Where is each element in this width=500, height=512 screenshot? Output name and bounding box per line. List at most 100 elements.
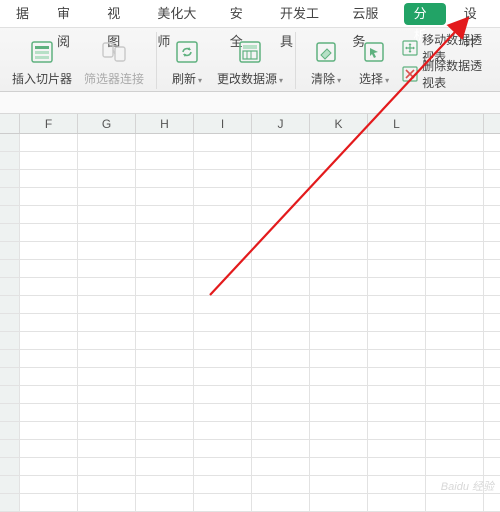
cell[interactable] — [20, 278, 78, 295]
cell[interactable] — [426, 440, 484, 457]
cell[interactable] — [310, 404, 368, 421]
cell[interactable] — [20, 494, 78, 511]
cell[interactable] — [20, 476, 78, 493]
cell[interactable] — [368, 278, 426, 295]
col-header[interactable]: G — [78, 114, 136, 133]
cell[interactable] — [368, 152, 426, 169]
cell[interactable] — [368, 332, 426, 349]
cell[interactable] — [252, 278, 310, 295]
cell[interactable] — [194, 332, 252, 349]
cell[interactable] — [368, 314, 426, 331]
cell[interactable] — [310, 494, 368, 511]
cell[interactable] — [194, 422, 252, 439]
cell[interactable] — [252, 350, 310, 367]
cell[interactable] — [136, 206, 194, 223]
cell[interactable] — [78, 260, 136, 277]
row-header[interactable] — [0, 440, 20, 457]
row-header[interactable] — [0, 242, 20, 259]
cell[interactable] — [310, 278, 368, 295]
cell[interactable] — [368, 206, 426, 223]
cell[interactable] — [252, 242, 310, 259]
cell[interactable] — [426, 278, 484, 295]
row-header[interactable] — [0, 458, 20, 475]
cell[interactable] — [252, 440, 310, 457]
cell[interactable] — [78, 404, 136, 421]
move-pivot-button[interactable]: 移动数据透视表 — [402, 38, 490, 58]
cell[interactable] — [78, 332, 136, 349]
cell[interactable] — [310, 224, 368, 241]
row-header[interactable] — [0, 332, 20, 349]
cell[interactable] — [20, 314, 78, 331]
row-header[interactable] — [0, 296, 20, 313]
cell[interactable] — [252, 386, 310, 403]
cell[interactable] — [310, 206, 368, 223]
cell[interactable] — [252, 152, 310, 169]
insert-slicer-button[interactable]: 插入切片器 — [6, 32, 78, 89]
row-header[interactable] — [0, 260, 20, 277]
cell[interactable] — [368, 494, 426, 511]
cell[interactable] — [194, 242, 252, 259]
cell[interactable] — [136, 422, 194, 439]
cell[interactable] — [426, 386, 484, 403]
row-header[interactable] — [0, 350, 20, 367]
cell[interactable] — [78, 314, 136, 331]
cell[interactable] — [368, 440, 426, 457]
cell[interactable] — [20, 404, 78, 421]
cell[interactable] — [78, 206, 136, 223]
clear-button[interactable]: 清除▾ — [302, 32, 350, 89]
col-header[interactable] — [426, 114, 484, 133]
cell[interactable] — [426, 368, 484, 385]
cell[interactable] — [194, 206, 252, 223]
cell[interactable] — [252, 314, 310, 331]
cell[interactable] — [426, 332, 484, 349]
cell[interactable] — [20, 170, 78, 187]
cell[interactable] — [136, 314, 194, 331]
cell[interactable] — [368, 458, 426, 475]
row-header[interactable] — [0, 152, 20, 169]
row-header[interactable] — [0, 494, 20, 511]
cell[interactable] — [136, 386, 194, 403]
cell[interactable] — [194, 278, 252, 295]
cell[interactable] — [368, 386, 426, 403]
cell[interactable] — [426, 314, 484, 331]
cell[interactable] — [368, 224, 426, 241]
select-button[interactable]: 选择▾ — [350, 32, 398, 89]
cell[interactable] — [310, 440, 368, 457]
tab-analysis[interactable]: 分析 — [404, 3, 446, 25]
cell[interactable] — [310, 170, 368, 187]
tab-data[interactable]: 据 — [2, 0, 43, 28]
cell[interactable] — [136, 404, 194, 421]
cell[interactable] — [252, 296, 310, 313]
col-header[interactable]: I — [194, 114, 252, 133]
cell[interactable] — [310, 134, 368, 151]
cell[interactable] — [136, 332, 194, 349]
cell[interactable] — [426, 206, 484, 223]
row-header[interactable] — [0, 368, 20, 385]
tab-security[interactable]: 安全 — [216, 0, 266, 28]
cell[interactable] — [78, 170, 136, 187]
row-header[interactable] — [0, 278, 20, 295]
tab-review[interactable]: 审阅 — [43, 0, 93, 28]
cell[interactable] — [252, 368, 310, 385]
row-header[interactable] — [0, 476, 20, 493]
cell[interactable] — [20, 206, 78, 223]
cell[interactable] — [426, 296, 484, 313]
cell[interactable] — [78, 350, 136, 367]
cell[interactable] — [368, 296, 426, 313]
cell[interactable] — [426, 350, 484, 367]
cell[interactable] — [136, 440, 194, 457]
cell[interactable] — [426, 404, 484, 421]
cell[interactable] — [194, 170, 252, 187]
cell[interactable] — [20, 242, 78, 259]
cell[interactable] — [426, 134, 484, 151]
change-source-button[interactable]: 更改数据源▾ — [211, 32, 289, 89]
tab-view[interactable]: 视图 — [93, 0, 143, 28]
cell[interactable] — [20, 260, 78, 277]
cell[interactable] — [310, 476, 368, 493]
cell[interactable] — [368, 476, 426, 493]
cell[interactable] — [136, 242, 194, 259]
cell[interactable] — [78, 440, 136, 457]
cell[interactable] — [426, 458, 484, 475]
cell[interactable] — [194, 296, 252, 313]
cell[interactable] — [20, 350, 78, 367]
